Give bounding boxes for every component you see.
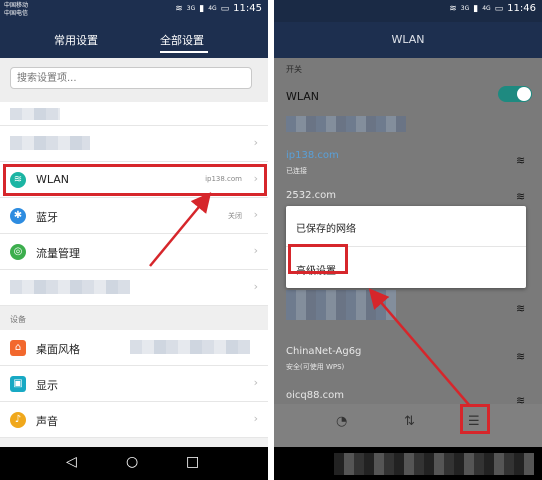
- arrow-to-wlan: [149, 192, 212, 267]
- annotation-arrows: [149, 192, 471, 407]
- arrow-to-advanced: [368, 288, 471, 407]
